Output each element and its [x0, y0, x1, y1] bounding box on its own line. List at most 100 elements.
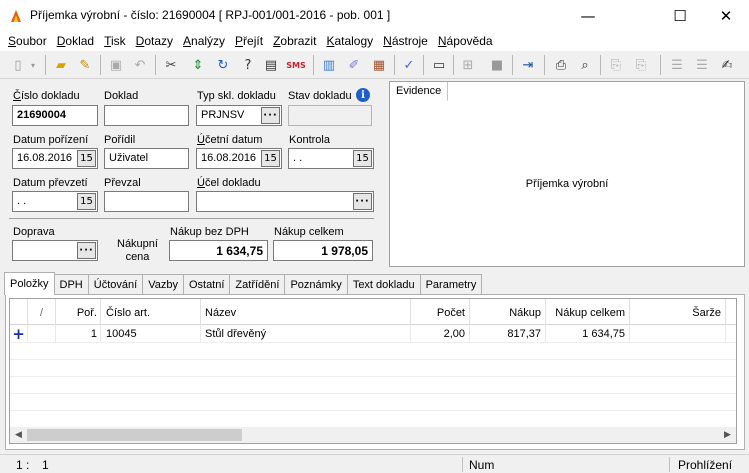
col-pocet[interactable]: Počet — [411, 299, 470, 325]
export-icon[interactable]: ⇥ — [517, 54, 539, 76]
preview-icon[interactable]: ⌕ — [574, 54, 596, 76]
menu-zobrazit[interactable]: Zobrazit — [268, 34, 321, 48]
menu-katalogy[interactable]: Katalogy — [321, 34, 378, 48]
minimize-button[interactable]: — — [565, 0, 611, 31]
tab-vazby[interactable]: Vazby — [142, 274, 184, 295]
open-folder-icon[interactable]: ▰ — [50, 54, 72, 76]
save-icon[interactable]: ▣ — [105, 54, 127, 76]
books-icon[interactable]: ▥ — [318, 54, 340, 76]
info-icon[interactable]: i — [356, 88, 370, 102]
tab-poznamky[interactable]: Poznámky — [284, 274, 348, 295]
doprava-browse-button[interactable]: ··· — [77, 242, 96, 259]
poridil-field[interactable]: Uživatel — [104, 148, 189, 169]
items-grid: / Poř. Číslo art. Název Počet Nákup Náku… — [9, 298, 737, 444]
datum-porizeni-label: Datum pořízení — [13, 134, 89, 146]
row-por: 1 — [56, 325, 101, 342]
status-bar: 1 : 1 Num Prohlížení — [0, 454, 749, 473]
dropdown-icon[interactable]: ▾ — [26, 54, 40, 76]
edit-list-icon[interactable]: ✍ — [716, 54, 738, 76]
refresh-icon[interactable]: ↻ — [212, 54, 234, 76]
menu-doklad[interactable]: Doklad — [52, 34, 99, 48]
add-row-icon[interactable]: + — [10, 325, 28, 342]
attachment-icon[interactable]: ✓ — [398, 54, 420, 76]
nakup-bez-dph-label: Nákup bez DPH — [170, 226, 249, 238]
col-por[interactable]: Poř. — [56, 299, 101, 325]
cislo-dokladu-label: Číslo dokladu — [13, 90, 80, 102]
tab-uctovani[interactable]: Účtování — [87, 274, 144, 295]
toolbar: ▯ ▾ ▰ ✎ ▣ ↶ ✂ ⇕ ↻ ? ▤ SMS ▥ ✐ ▦ ✓ ▭ ⊞ ■ … — [0, 51, 749, 79]
col-cislo-art[interactable]: Číslo art. — [101, 299, 201, 325]
scroll-thumb[interactable] — [27, 429, 242, 441]
tab-text-dokladu[interactable]: Text dokladu — [346, 274, 421, 295]
scroll-right-icon[interactable]: ▶ — [719, 427, 736, 443]
ucetni-datum-calendar-icon[interactable]: 15 — [261, 150, 280, 167]
tab-parametry[interactable]: Parametry — [419, 274, 483, 295]
row-nazev: Stůl dřevěný — [201, 325, 411, 342]
detail-tabs: Položky DPH Účtování Vazby Ostatní Zatří… — [4, 272, 483, 295]
menu-bar: Soubor Doklad Tisk Dotazy Analýzy Přejít… — [0, 31, 749, 51]
kontrola-calendar-icon[interactable]: 15 — [353, 150, 372, 167]
col-sort[interactable]: / — [28, 299, 56, 325]
maximize-button[interactable]: ☐ — [657, 0, 703, 31]
app-logo-icon — [11, 10, 21, 22]
package-icon[interactable]: ▦ — [368, 54, 390, 76]
doklad-field[interactable] — [104, 105, 189, 126]
nakupni-cena-label: Nákupní cena — [117, 238, 158, 263]
menu-napoveda[interactable]: Nápověda — [433, 34, 498, 48]
datum-prevzeti-label: Datum převzetí — [13, 177, 88, 189]
list2-icon[interactable]: ☰ — [691, 54, 713, 76]
col-nazev[interactable]: Název — [201, 299, 411, 325]
find-icon[interactable]: ? — [237, 54, 259, 76]
tab-polozky[interactable]: Položky — [4, 272, 55, 295]
row-sort — [28, 325, 56, 342]
datum-prevzeti-calendar-icon[interactable]: 15 — [77, 193, 96, 210]
close-button[interactable]: ✕ — [703, 0, 749, 31]
document-pen-icon[interactable]: ✐ — [343, 54, 365, 76]
ucetni-datum-label: Účetní datum — [197, 134, 263, 146]
delete-icon[interactable]: ✂ — [160, 54, 182, 76]
datum-porizeni-calendar-icon[interactable]: 15 — [77, 150, 96, 167]
col-nakup[interactable]: Nákup — [470, 299, 546, 325]
col-sarze[interactable]: Šarže — [630, 299, 726, 325]
prevzal-label: Převzal — [104, 177, 141, 189]
undo-icon[interactable]: ↶ — [129, 54, 151, 76]
stav-dokladu-label: Stav dokladu — [288, 90, 352, 102]
prevzal-field[interactable] — [104, 191, 189, 212]
scroll-left-icon[interactable]: ◀ — [10, 427, 27, 443]
kontrola-label: Kontrola — [289, 134, 330, 146]
edit-icon[interactable]: ✎ — [74, 54, 96, 76]
tab-zatrideni[interactable]: Zatřídění — [229, 274, 286, 295]
menu-tisk[interactable]: Tisk — [99, 34, 131, 48]
menu-prejit[interactable]: Přejít — [230, 34, 268, 48]
sms-icon[interactable]: SMS — [285, 54, 307, 76]
cislo-dokladu-field[interactable]: 21690004 — [12, 105, 98, 126]
tree-icon[interactable]: ⊞ — [457, 54, 479, 76]
copy2-icon[interactable]: ⎘ — [630, 54, 652, 76]
transfer-icon[interactable]: ⇕ — [187, 54, 209, 76]
typ-skl-browse-button[interactable]: ··· — [261, 107, 280, 124]
print-icon[interactable]: ⎙ — [550, 54, 572, 76]
ucel-dokladu-browse-button[interactable]: ··· — [353, 193, 372, 210]
window-title: Příjemka výrobní - číslo: 21690004 [ RPJ… — [30, 8, 391, 22]
typ-skl-label: Typ skl. dokladu — [197, 90, 276, 102]
copy-icon[interactable]: ⎘ — [605, 54, 627, 76]
doprava-label: Doprava — [13, 226, 55, 238]
tab-ostatni[interactable]: Ostatní — [182, 274, 231, 295]
status-num: Num — [469, 458, 495, 472]
menu-dotazy[interactable]: Dotazy — [131, 34, 178, 48]
print-preview-icon[interactable]: ▤ — [260, 54, 282, 76]
tab-evidence[interactable]: Evidence — [390, 82, 448, 101]
tab-dph[interactable]: DPH — [53, 274, 89, 295]
menu-nastroje[interactable]: Nástroje — [378, 34, 433, 48]
status-mode: Prohlížení — [678, 458, 733, 472]
menu-analyzy[interactable]: Analýzy — [178, 34, 230, 48]
stop-icon[interactable]: ■ — [486, 54, 508, 76]
horizontal-scrollbar[interactable]: ◀ ▶ — [10, 427, 736, 443]
folder-icon[interactable]: ▭ — [428, 54, 450, 76]
list-icon[interactable]: ☰ — [666, 54, 688, 76]
col-nakup-celkem[interactable]: Nákup celkem — [546, 299, 630, 325]
table-row[interactable]: + 1 10045 Stůl dřevěný 2,00 817,37 1 634… — [10, 325, 736, 342]
poridil-label: Pořídil — [104, 134, 136, 146]
ucel-dokladu-field[interactable] — [196, 191, 374, 212]
menu-soubor[interactable]: Soubor — [3, 34, 52, 48]
